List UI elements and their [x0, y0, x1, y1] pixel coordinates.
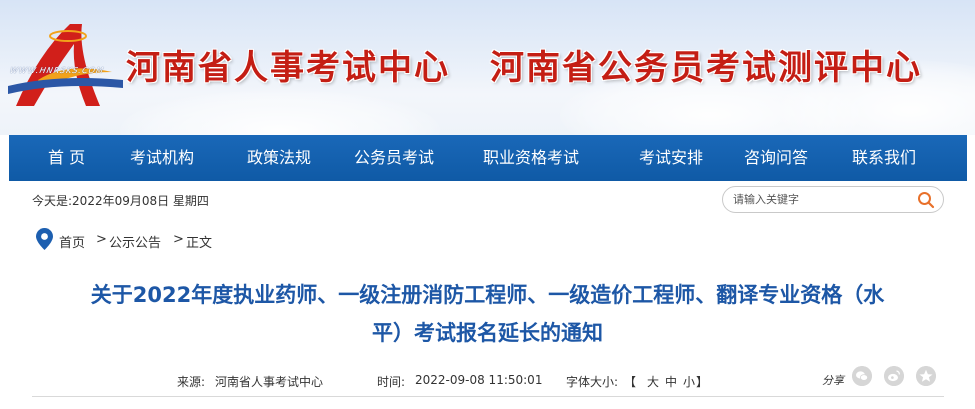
breadcrumb-section[interactable]: 公示公告: [109, 232, 161, 251]
nav-item-qualification-exam[interactable]: 职业资格考试: [483, 135, 579, 181]
source-label: 来源:: [177, 375, 206, 389]
font-size-medium-link[interactable]: 中: [665, 373, 677, 390]
wechat-icon[interactable]: [852, 366, 872, 386]
banner-title-left: 河南省人事考试中心: [126, 48, 450, 88]
location-pin-icon: [36, 228, 53, 250]
breadcrumb-separator: >: [96, 232, 107, 247]
nav-item-home[interactable]: 首 页: [48, 135, 85, 181]
divider: [32, 396, 944, 397]
breadcrumb-separator: >: [173, 232, 184, 247]
nav-item-exam-agency[interactable]: 考试机构: [130, 135, 194, 181]
font-size-bracket-open: 【: [624, 375, 637, 389]
font-size-small-link[interactable]: 小: [683, 373, 695, 390]
search-icon[interactable]: [917, 191, 935, 209]
breadcrumb-current: 正文: [186, 236, 213, 251]
nav-item-faq[interactable]: 咨询问答: [744, 135, 808, 181]
font-size-label: 字体大小:: [566, 375, 619, 389]
article-title: 关于2022年度执业药师、一级注册消防工程师、一级造价工程师、翻译专业资格（水 …: [20, 276, 955, 352]
font-size-large-link[interactable]: 大: [647, 373, 659, 390]
weibo-icon[interactable]: [884, 366, 904, 386]
logo-a-icon[interactable]: [8, 14, 123, 114]
nav-item-exam-schedule[interactable]: 考试安排: [639, 135, 703, 181]
current-date: 今天是:2022年09月08日 星期四: [32, 194, 209, 208]
search-box: [722, 186, 944, 213]
article-title-line-2: 平）考试报名延长的通知: [372, 321, 603, 345]
main-nav: 首 页 考试机构 政策法规 公务员考试 职业资格考试 考试安排 咨询问答 联系我…: [9, 135, 967, 181]
time-label: 时间:: [377, 375, 406, 389]
banner-title-right: 河南省公务员考试测评中心: [490, 48, 922, 88]
logo-url-text: WWW.HNRSKS.COM: [9, 66, 105, 75]
time-value: 2022-09-08 11:50:01: [415, 373, 543, 387]
source-value: 河南省人事考试中心: [215, 375, 324, 389]
share-label: 分享: [822, 374, 844, 387]
search-input[interactable]: [733, 190, 903, 209]
nav-item-contact[interactable]: 联系我们: [852, 135, 916, 181]
article-title-line-1: 关于2022年度执业药师、一级注册消防工程师、一级造价工程师、翻译专业资格（水: [90, 283, 885, 307]
site-banner: WWW.HNRSKS.COM 河南省人事考试中心 河南省公务员考试测评中心: [0, 0, 975, 135]
font-size-bracket-close: 】: [696, 375, 709, 389]
nav-item-policies[interactable]: 政策法规: [247, 135, 311, 181]
breadcrumb-home[interactable]: 首页: [59, 232, 85, 251]
qzone-icon[interactable]: [916, 366, 936, 386]
banner-cloud: [120, 90, 440, 135]
nav-item-civil-service-exam[interactable]: 公务员考试: [354, 135, 434, 181]
